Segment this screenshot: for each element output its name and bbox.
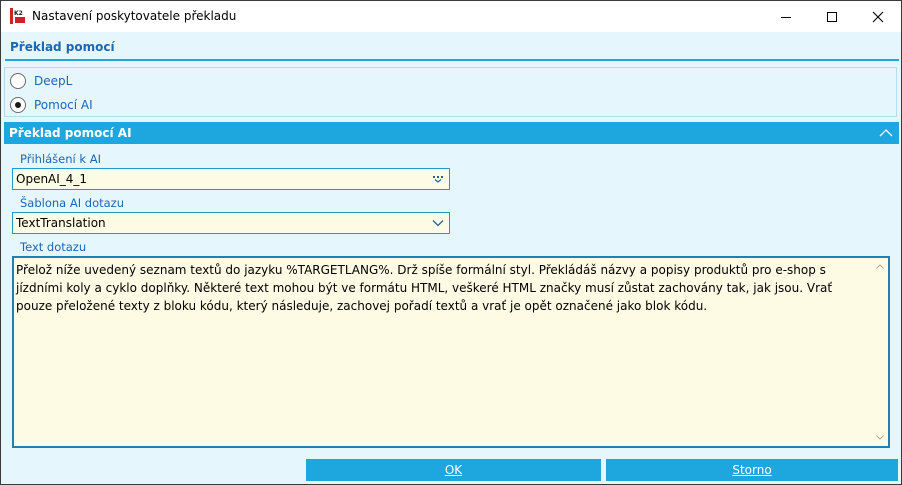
scroll-up-button[interactable] [871,258,888,275]
template-label: Šablona AI dotazu [20,196,124,210]
ok-button-label: OK [444,463,463,477]
query-textarea[interactable]: Přelož níže uvedený seznam textů do jazy… [12,256,890,448]
section-header: Překlad pomocí [5,38,899,61]
query-scrollbar[interactable] [871,258,888,446]
template-dropdown-button[interactable] [429,214,447,232]
ok-button[interactable]: OK [306,459,601,481]
app-icon: K2 [10,8,25,24]
radio-label-ai: Pomocí AI [34,98,93,112]
title-bar[interactable]: K2 Nastavení poskytovatele překladu [1,1,901,32]
scroll-up-icon [875,264,884,269]
query-label: Text dotazu [20,240,87,254]
ai-group-title: Překlad pomocí AI [9,126,132,140]
lookup-dots-icon [433,176,443,183]
close-icon [872,11,884,22]
minimize-button[interactable] [763,1,809,32]
window-title: Nastavení poskytovatele překladu [32,9,237,23]
radio-option-ai[interactable]: Pomocí AI [10,95,93,115]
close-button[interactable] [855,1,901,32]
chevron-down-icon [432,220,444,227]
cancel-button[interactable]: Storno [606,459,898,481]
template-value: TextTranslation [16,216,106,230]
section-divider [5,59,899,61]
dialog-window: K2 Nastavení poskytovatele překladu Přek… [0,0,902,485]
login-lookup-button[interactable] [429,170,447,188]
cancel-button-label: Storno [732,463,772,477]
dialog-content: Překlad pomocí DeepL Pomocí AI Překlad p… [1,32,901,484]
chevron-up-icon [879,129,893,137]
provider-radio-group: DeepL Pomocí AI [4,67,897,117]
collapse-button[interactable] [873,122,899,144]
scroll-down-icon [875,435,884,440]
template-combo[interactable]: TextTranslation [12,212,450,234]
minimize-icon [781,16,791,18]
radio-option-deepl[interactable]: DeepL [10,71,72,91]
maximize-button[interactable] [809,1,855,32]
login-label: Přihlášení k AI [20,152,101,166]
maximize-icon [827,11,837,22]
section-title: Překlad pomocí [10,40,115,54]
query-text: Přelož níže uvedený seznam textů do jazy… [16,263,833,313]
login-combo[interactable]: OpenAI_4_1 [12,168,450,190]
radio-button-ai[interactable] [10,97,26,113]
radio-button-deepl[interactable] [10,73,26,89]
svg-text:K2: K2 [14,10,23,17]
login-value: OpenAI_4_1 [16,172,88,186]
ai-group-header[interactable]: Překlad pomocí AI [4,122,899,144]
scroll-down-button[interactable] [871,429,888,446]
radio-label-deepl: DeepL [34,74,73,88]
